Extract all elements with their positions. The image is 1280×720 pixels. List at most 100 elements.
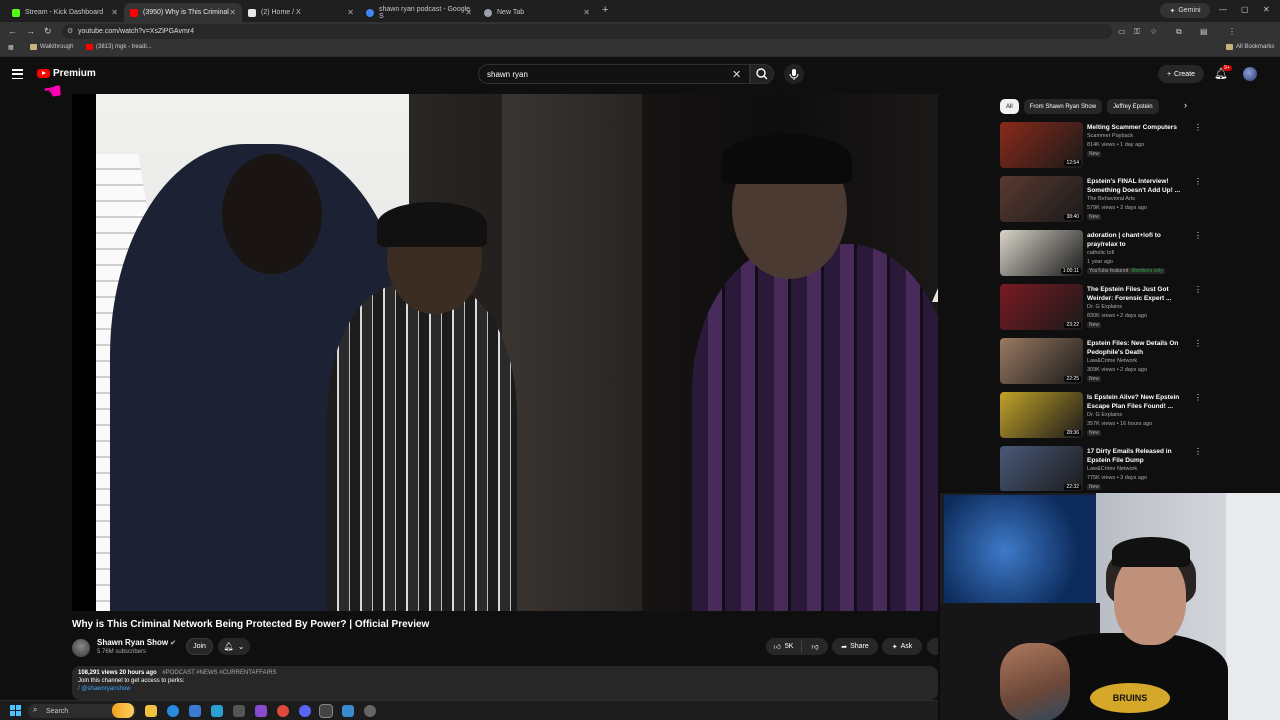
like-button[interactable]: 👍︎ 5K [766,641,802,652]
recommended-video[interactable]: 22:25 Epstein Files: New Details On Pedop… [1000,338,1202,388]
join-button[interactable]: Join [186,638,213,655]
channel-name[interactable]: Dr. G Explains [1087,304,1122,310]
window-close-icon[interactable]: ✕ [1263,5,1270,14]
tab-x-home[interactable]: (2) Home / X ✕ [242,3,360,22]
video-title[interactable]: The Epstein Files Just Got Weirder: Fore… [1087,285,1187,303]
recommended-video[interactable]: 28:36 Is Epstein Alive? New Epstein Escap… [1000,392,1202,442]
tab-google-search[interactable]: shawn ryan podcast - Google S ✕ [360,3,478,22]
hamburger-menu-icon[interactable] [12,69,23,79]
menu-dots-icon[interactable]: ⋮ [1228,27,1236,36]
hashtags[interactable]: #PODCAST #NEWS #CURRENTAFFAIRS [162,670,276,676]
video-thumbnail[interactable]: 1:00:11 [1000,230,1083,276]
extensions-icon[interactable]: ⧉ [1176,27,1182,37]
windows-start-icon[interactable] [10,705,21,716]
video-thumbnail[interactable]: 28:36 [1000,392,1083,438]
back-arrow-icon[interactable]: ← [8,26,17,36]
video-title[interactable]: Epstein's FINAL Interview! Something Doe… [1087,177,1187,195]
sidepanel-icon[interactable]: ▤ [1200,27,1208,36]
voice-search-button[interactable] [784,64,804,84]
chip-jeffrey-epstein[interactable]: Jeffrey Epstein [1107,99,1159,114]
close-icon[interactable]: ✕ [347,8,354,17]
channel-avatar[interactable] [72,639,90,657]
description-box[interactable]: 108,291 views 20 hours ago #PODCAST #NEW… [72,666,938,700]
close-icon[interactable]: ✕ [465,8,472,17]
video-thumbnail[interactable]: 12:54 [1000,122,1083,168]
minimize-icon[interactable]: — [1219,5,1227,14]
cast-icon[interactable]: ▭ [1118,27,1126,36]
chip-all[interactable]: All [1000,99,1019,114]
video-thumbnail[interactable]: 38:40 [1000,176,1083,222]
channel-name[interactable]: Law&Crime Network [1087,358,1137,364]
recommended-video[interactable]: 23:22 The Epstein Files Just Got Weirder:… [1000,284,1202,334]
tab-kick-dashboard[interactable]: Stream - Kick Dashboard ✕ [6,3,124,22]
chip-from-channel[interactable]: From Shawn Ryan Show [1023,99,1103,114]
video-title[interactable]: Is Epstein Alive? New Epstein Escape Pla… [1087,393,1187,411]
channel-handle-link[interactable]: / @shawnryanshow [78,686,932,692]
channel-name[interactable]: Law&Crime Network [1087,466,1137,472]
search-button[interactable] [750,64,774,84]
app-icon[interactable] [255,705,267,717]
more-options-icon[interactable]: ⋮ [1194,393,1202,402]
more-options-icon[interactable]: ⋮ [1194,285,1202,294]
video-title[interactable]: adoration | chant+lofi to pray/relax to [1087,231,1187,249]
file-explorer-icon[interactable] [145,705,157,717]
maximize-icon[interactable]: ▢ [1241,5,1249,14]
search-input[interactable]: shawn ryan [478,64,750,84]
account-avatar[interactable] [1243,67,1257,81]
capture-app-icon[interactable] [319,704,333,718]
settings-gear-icon[interactable] [364,705,376,717]
youtube-premium-logo[interactable]: Premium [37,68,96,79]
store-icon[interactable] [189,705,201,717]
new-tab-plus-icon[interactable]: + [602,4,608,16]
create-button[interactable]: + Create [1158,65,1204,83]
recommended-video[interactable]: 1:00:11 adoration | chant+lofi to pray/re… [1000,230,1202,280]
channel-name[interactable]: catholic lofi [1087,250,1114,256]
recommended-video[interactable]: 12:54 Melting Scammer Computers Scammer Pa… [1000,122,1202,172]
close-icon[interactable]: ✕ [229,8,236,17]
more-actions-button[interactable] [927,638,938,655]
clear-search-icon[interactable]: ✕ [732,68,741,81]
bookmark-walkthrough[interactable]: Walkthrough [30,44,73,50]
more-options-icon[interactable]: ⋮ [1194,123,1202,132]
ask-button[interactable]: ✦ Ask [882,638,922,655]
bookmark-star-icon[interactable]: ☆ [1150,27,1157,36]
tab-youtube-video[interactable]: (3950) Why is This Criminal ✕ [124,3,242,22]
channel-name[interactable]: Scammer Payback [1087,133,1133,139]
chevron-right-icon[interactable]: › [1184,100,1187,110]
share-button[interactable]: ➦ Share [832,638,878,655]
terminal-icon[interactable] [233,705,245,717]
close-icon[interactable]: ✕ [583,8,590,17]
more-options-icon[interactable]: ⋮ [1194,339,1202,348]
apps-grid-icon[interactable]: ▦ [8,44,14,51]
more-options-icon[interactable]: ⋮ [1194,231,1202,240]
more-options-icon[interactable]: ⋮ [1194,447,1202,456]
password-key-icon[interactable]: ⚿ [1134,27,1140,37]
channel-name[interactable]: Dr. G Explains [1087,412,1122,418]
app-icon[interactable] [211,705,223,717]
video-title[interactable]: Melting Scammer Computers [1087,123,1187,132]
url-field[interactable]: ⚙ youtube.com/watch?v=XsZiPGAvmr4 [62,24,1112,39]
video-thumbnail[interactable]: 22:32 [1000,446,1083,492]
widgets-weather-icon[interactable] [112,703,134,718]
channel-name-link[interactable]: Shawn Ryan Show ✔ [97,638,176,647]
bookmark-mgk[interactable]: (3813) mgk - treadi... [86,44,152,50]
subscribed-bell-button[interactable]: 🔔︎ ⌄ [218,638,250,655]
recommended-video[interactable]: 22:32 17 Dirty Emails Released in Epstein… [1000,446,1202,496]
reload-icon[interactable]: ↻ [44,26,52,37]
recommended-video[interactable]: 38:40 Epstein's FINAL Interview! Somethin… [1000,176,1202,226]
all-bookmarks[interactable]: All Bookmarks [1226,44,1274,50]
forward-arrow-icon[interactable]: → [26,26,35,36]
tab-new-tab[interactable]: New Tab ✕ [478,3,596,22]
close-icon[interactable]: ✕ [111,8,118,17]
video-thumbnail[interactable]: 22:25 [1000,338,1083,384]
site-info-icon[interactable]: ⚙ [67,27,73,35]
chrome-icon[interactable] [277,705,289,717]
video-player[interactable] [72,94,938,611]
discord-icon[interactable] [299,705,311,717]
edge-browser-icon[interactable] [167,705,179,717]
video-title[interactable]: Epstein Files: New Details On Pedophile'… [1087,339,1187,357]
channel-name[interactable]: The Behavioral Arts [1087,196,1135,202]
video-thumbnail[interactable]: 23:22 [1000,284,1083,330]
video-title[interactable]: 17 Dirty Emails Released in Epstein File… [1087,447,1187,465]
dislike-button[interactable]: 👎︎ [802,642,828,651]
